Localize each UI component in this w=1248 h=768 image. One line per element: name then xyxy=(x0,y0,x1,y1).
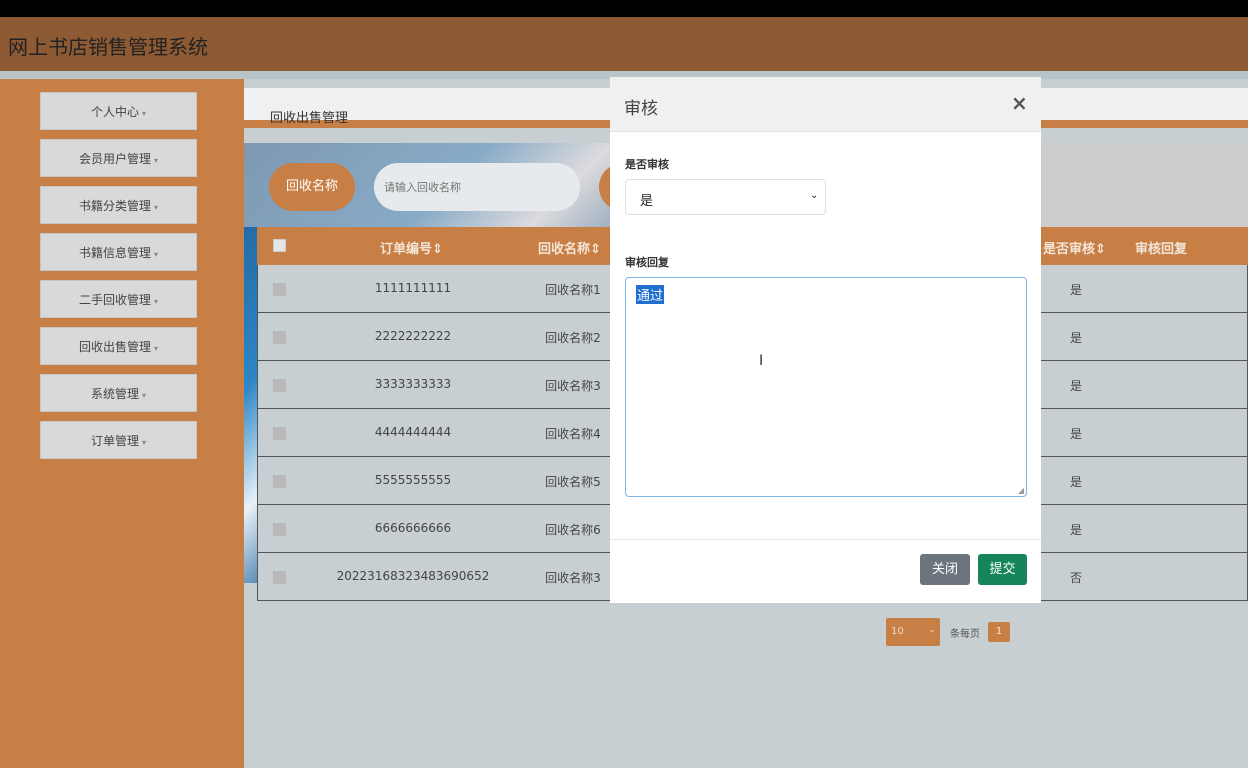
page-size-value: 10 xyxy=(891,626,904,637)
sidebar-item-label: 回收出售管理 xyxy=(78,340,151,354)
sidebar-item-book-info[interactable]: 书籍信息管理 ▾ xyxy=(40,233,197,271)
chevron-down-icon: ▾ xyxy=(142,391,147,400)
cell-name: 回收名称3 xyxy=(545,379,601,393)
page-size-select[interactable]: 10 ⌄ xyxy=(886,618,940,646)
app-header: 网上书店销售管理系统 xyxy=(0,17,1248,71)
row-checkbox[interactable] xyxy=(273,427,286,440)
close-button[interactable]: 关闭 xyxy=(920,554,970,585)
chevron-down-icon: ▾ xyxy=(142,438,147,447)
chevron-down-icon: ▾ xyxy=(154,250,159,259)
chevron-down-icon: ▾ xyxy=(154,297,159,306)
chevron-down-icon: ▾ xyxy=(154,156,159,165)
row-checkbox[interactable] xyxy=(273,283,286,296)
audit-select-value: 是 xyxy=(640,194,654,209)
audit-select[interactable]: 是 ⌄ xyxy=(625,179,826,215)
column-header-order-no[interactable]: 订单编号⇕ xyxy=(380,238,443,257)
cell-order-no: 2222222222 xyxy=(374,329,452,343)
chevron-down-icon: ▾ xyxy=(154,344,159,353)
modal-title: 审核 xyxy=(624,99,658,119)
audit-modal: 审核 × 是否审核 是 ⌄ 审核回复 通过 I ◢ 关闭 提交 xyxy=(610,77,1041,603)
cell-audit: 是 xyxy=(1069,427,1082,441)
cell-audit: 是 xyxy=(1069,283,1082,297)
sort-icon: ⇕ xyxy=(590,242,601,257)
cell-name: 回收名称3 xyxy=(545,571,601,585)
chevron-down-icon: ⌄ xyxy=(810,190,819,201)
row-checkbox[interactable] xyxy=(273,475,286,488)
reply-textarea[interactable]: 通过 I ◢ xyxy=(625,277,1027,497)
sidebar-item-label: 书籍信息管理 xyxy=(78,246,151,260)
search-label: 回收名称 xyxy=(269,163,355,211)
sidebar-item-label: 会员用户管理 xyxy=(78,152,151,166)
sidebar-item-personal-center[interactable]: 个人中心 ▾ xyxy=(40,92,197,130)
sidebar-item-label: 系统管理 xyxy=(90,387,139,401)
reply-text-selected: 通过 xyxy=(636,285,665,304)
close-icon[interactable]: × xyxy=(1011,91,1028,115)
resize-grip-icon[interactable]: ◢ xyxy=(1018,486,1024,495)
sidebar-item-label: 订单管理 xyxy=(90,434,139,448)
row-checkbox[interactable] xyxy=(273,331,286,344)
cell-order-no: 4444444444 xyxy=(374,425,452,439)
per-page-label: 条每页 xyxy=(950,629,980,640)
row-checkbox[interactable] xyxy=(273,571,286,584)
breadcrumb-label: 回收出售管理 xyxy=(270,111,349,126)
cell-audit: 否 xyxy=(1069,571,1082,585)
cell-order-no: 6666666666 xyxy=(374,521,452,535)
column-header-label: 回收名称 xyxy=(538,242,591,257)
cell-order-no: 20223168323483690652 xyxy=(336,569,490,583)
sidebar-item-book-category[interactable]: 书籍分类管理 ▾ xyxy=(40,186,197,224)
column-header-label: 订单编号 xyxy=(380,242,433,257)
search-input[interactable] xyxy=(374,163,580,211)
sort-icon: ⇕ xyxy=(432,242,443,257)
cell-name: 回收名称6 xyxy=(545,523,601,537)
sort-icon: ⇕ xyxy=(1095,242,1106,257)
sidebar-item-member-users[interactable]: 会员用户管理 ▾ xyxy=(40,139,197,177)
sidebar-item-label: 书籍分类管理 xyxy=(78,199,151,213)
cell-audit: 是 xyxy=(1069,331,1082,345)
chevron-down-icon: ▾ xyxy=(154,203,159,212)
cell-order-no: 3333333333 xyxy=(374,377,452,391)
page-number-button[interactable]: 1 xyxy=(988,622,1010,642)
sidebar-item-system[interactable]: 系统管理 ▾ xyxy=(40,374,197,412)
select-all-checkbox[interactable] xyxy=(273,239,286,252)
cell-order-no: 5555555555 xyxy=(374,473,452,487)
chevron-down-icon: ⌄ xyxy=(928,625,936,635)
cell-audit: 是 xyxy=(1069,379,1082,393)
cell-order-no: 1111111111 xyxy=(374,281,452,295)
sidebar: 个人中心 ▾ 会员用户管理 ▾ 书籍分类管理 ▾ 书籍信息管理 ▾ 二手回收管理 ▾ 回收… xyxy=(0,79,244,768)
column-header-name[interactable]: 回收名称⇕ xyxy=(538,238,601,257)
cell-name: 回收名称5 xyxy=(545,475,601,489)
sidebar-item-label: 二手回收管理 xyxy=(78,293,151,307)
cell-name: 回收名称4 xyxy=(545,427,601,441)
row-checkbox[interactable] xyxy=(273,523,286,536)
top-black-bar xyxy=(0,0,1248,17)
row-checkbox[interactable] xyxy=(273,379,286,392)
reply-field-label: 审核回复 xyxy=(625,256,669,269)
column-header-audit[interactable]: 是否审核⇕ xyxy=(1043,238,1106,257)
cell-name: 回收名称1 xyxy=(545,283,601,297)
cell-audit: 是 xyxy=(1069,475,1082,489)
column-header-label: 是否审核 xyxy=(1043,242,1096,257)
sidebar-item-orders[interactable]: 订单管理 ▾ xyxy=(40,421,197,459)
chevron-down-icon: ▾ xyxy=(142,109,147,118)
text-cursor-icon: I xyxy=(759,353,764,369)
audit-field-label: 是否审核 xyxy=(625,158,669,171)
sidebar-item-label: 个人中心 xyxy=(90,105,139,119)
modal-header: 审核 × xyxy=(610,77,1041,132)
cell-audit: 是 xyxy=(1069,523,1082,537)
app-title: 网上书店销售管理系统 xyxy=(8,35,208,59)
column-header-reply: 审核回复 xyxy=(1135,242,1188,257)
sidebar-item-recycle-sale[interactable]: 回收出售管理 ▾ xyxy=(40,327,197,365)
modal-footer-divider xyxy=(610,539,1041,540)
cell-name: 回收名称2 xyxy=(545,331,601,345)
sidebar-item-secondhand-recycle[interactable]: 二手回收管理 ▾ xyxy=(40,280,197,318)
submit-button[interactable]: 提交 xyxy=(978,554,1027,585)
